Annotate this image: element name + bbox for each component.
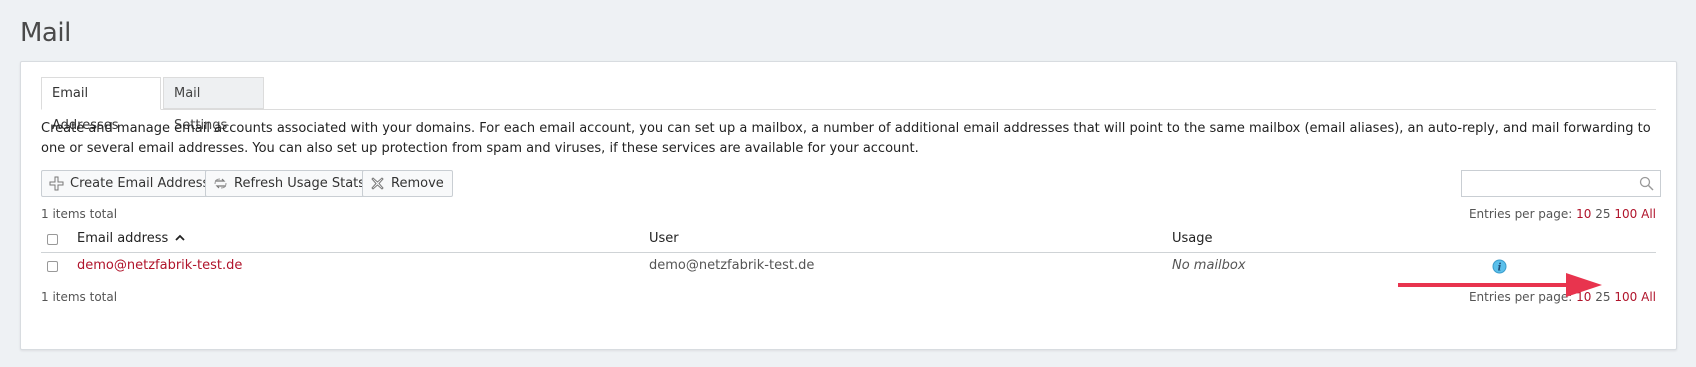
- tab-bar: Email Addresses Mail Settings: [41, 77, 1656, 133]
- column-email-address-label: Email address: [77, 231, 169, 246]
- remove-label: Remove: [391, 176, 444, 191]
- remove-button[interactable]: Remove: [362, 170, 453, 197]
- column-user[interactable]: User: [649, 226, 679, 252]
- items-total-top: 1 items total: [41, 207, 118, 221]
- sort-ascending-icon: [175, 234, 186, 241]
- page-size-100[interactable]: 100: [1614, 290, 1637, 304]
- search-box: [1461, 170, 1661, 197]
- column-email-address[interactable]: Email address: [77, 226, 186, 252]
- search-input[interactable]: [1462, 171, 1644, 196]
- plus-icon: [49, 176, 64, 191]
- remove-icon: [371, 177, 384, 190]
- column-usage[interactable]: Usage: [1172, 226, 1213, 252]
- row-email-link[interactable]: demo@netzfabrik-test.de: [77, 253, 242, 279]
- row-user: demo@netzfabrik-test.de: [649, 258, 815, 273]
- tab-email-addresses[interactable]: Email Addresses: [41, 77, 161, 133]
- entries-per-page-label: Entries per page:: [1468, 207, 1573, 221]
- mail-panel: Email Addresses Mail Settings Create and…: [20, 61, 1677, 350]
- select-all-checkbox[interactable]: [47, 234, 58, 245]
- refresh-usage-stats-label: Refresh Usage Stats: [234, 176, 366, 191]
- page-size-all[interactable]: All: [1641, 207, 1656, 221]
- page-title: Mail: [20, 18, 71, 48]
- row-usage: No mailbox: [1172, 258, 1246, 273]
- refresh-usage-stats-button[interactable]: Refresh Usage Stats: [205, 170, 375, 197]
- page-size-10[interactable]: 10: [1576, 207, 1591, 221]
- create-email-address-label: Create Email Address: [70, 176, 210, 191]
- tab-mail-settings[interactable]: Mail Settings: [163, 77, 264, 133]
- page-size-100[interactable]: 100: [1614, 207, 1637, 221]
- page-size-all[interactable]: All: [1641, 290, 1656, 304]
- page-size-25: 25: [1595, 207, 1611, 221]
- items-total-bottom: 1 items total: [41, 290, 118, 304]
- arrow-annotation: [1398, 273, 1602, 297]
- table-header: Email address User Usage: [41, 226, 1656, 253]
- entries-per-page-top: Entries per page: 10 25 100 All: [1469, 207, 1656, 221]
- description-text: Create and manage email accounts associa…: [41, 121, 1651, 156]
- search-icon[interactable]: [1639, 176, 1654, 191]
- refresh-icon: [214, 178, 227, 189]
- create-email-address-button[interactable]: Create Email Address: [41, 170, 219, 197]
- row-checkbox[interactable]: [47, 261, 58, 272]
